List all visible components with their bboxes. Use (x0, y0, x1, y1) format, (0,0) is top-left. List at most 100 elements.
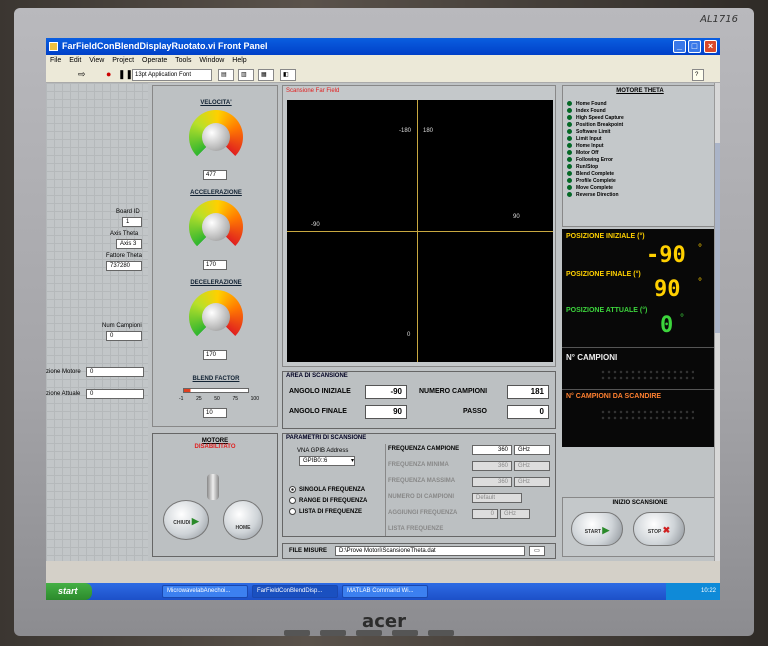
minimize-icon[interactable]: _ (673, 40, 686, 53)
blend-factor-slider[interactable] (183, 388, 249, 393)
file-path-field[interactable]: D:\Prove Motori\ScansioneTheta.dat (335, 546, 525, 556)
taskbar-item[interactable]: MATLAB Command Wi... (342, 585, 428, 598)
maximize-icon[interactable]: □ (688, 40, 701, 53)
inizio-scansione-panel: INIZIO SCANSIONE START ▶ STOP ✖ (562, 497, 718, 557)
campioni-display (600, 369, 694, 381)
motor-switch[interactable] (207, 474, 219, 500)
led-move-complete: Move Complete (567, 184, 717, 191)
motore-panel: MOTORE DISABILITATO CHIUDI ▶ HOME (152, 433, 278, 557)
folder-icon[interactable]: ▭ (529, 546, 545, 556)
start-button-taskbar[interactable]: start (46, 583, 92, 600)
radio-label: RANGE DI FREQUENZA (299, 497, 368, 504)
blend-factor-ticks: -1 25 50 75 100 (179, 396, 259, 402)
degree-unit: ° (698, 243, 702, 254)
menu-project[interactable]: Project (112, 57, 134, 64)
posizione-finale-value: 90 (654, 277, 681, 302)
decelerazione-title: DECELERAZIONE (190, 280, 242, 286)
vna-gpib-label: VNA GPIB Address (297, 448, 349, 454)
stop-label: STOP (647, 529, 662, 535)
monitor-button[interactable] (356, 630, 382, 636)
run-arrow-icon[interactable]: ⇨ (76, 69, 88, 81)
plot-horizontal-axis (287, 231, 553, 232)
close-icon[interactable]: × (704, 40, 717, 53)
radio-lista-frequenze[interactable]: LISTA DI FREQUENZE (289, 508, 367, 515)
menu-window[interactable]: Window (199, 57, 224, 64)
dial-knob[interactable] (202, 303, 230, 331)
distribute-icon[interactable]: ▥ (238, 69, 254, 81)
menu-help[interactable]: Help (232, 57, 246, 64)
freq-minima-unit: GHz (514, 461, 550, 471)
blend-tick: 25 (196, 396, 202, 402)
posizione-attuale-value: 0 (660, 313, 674, 338)
numero-di-campioni-label: NUMERO DI CAMPIONI (388, 494, 454, 500)
vna-gpib-select[interactable]: GPIB0::6 ▾ (299, 456, 355, 466)
monitor-button[interactable] (392, 630, 418, 636)
motion-dials-panel: VELOCITA' 477 ACCELERAZIONE 170 DECELERA… (152, 85, 278, 427)
angolo-iniziale-field[interactable]: -90 (365, 385, 407, 399)
dial-knob[interactable] (202, 213, 230, 241)
resize-icon[interactable]: ▦ (258, 69, 274, 81)
home-label: HOME (235, 525, 251, 531)
blend-factor-title: BLEND FACTOR (192, 376, 240, 382)
fattore-theta-field[interactable]: 737280 (106, 261, 142, 271)
accelerazione-title: ACCELERAZIONE (190, 190, 242, 196)
axis-theta-field[interactable]: Axis 3 (116, 239, 142, 249)
accelerazione-dial[interactable] (189, 200, 243, 254)
freq-campione-field[interactable]: 360 (472, 445, 512, 455)
posizioni-display: POSIZIONE INIZIALE (°) -90 ° POSIZIONE F… (562, 229, 718, 447)
decelerazione-value[interactable]: 170 (203, 350, 227, 360)
radio-range-frequenza[interactable]: RANGE DI FREQUENZA (289, 497, 367, 504)
menu-view[interactable]: View (89, 57, 104, 64)
reorder-icon[interactable]: ◧ (280, 69, 296, 81)
num-campioni-field[interactable]: 0 (106, 331, 142, 341)
monitor-power-button[interactable] (428, 630, 454, 636)
monitor-button[interactable] (284, 630, 310, 636)
vertical-scrollbar[interactable] (714, 83, 720, 561)
posizione-motore-field: 0 (86, 367, 144, 377)
dial-knob[interactable] (202, 123, 230, 151)
home-button[interactable]: HOME (223, 500, 263, 540)
monitor-button[interactable] (320, 630, 346, 636)
velocita-dial[interactable] (189, 110, 243, 164)
parametri-title: PARAMETRI DI SCANSIONE (286, 435, 367, 441)
font-select[interactable]: 13pt Application Font (132, 69, 212, 81)
menu-operate[interactable]: Operate (142, 57, 167, 64)
board-id-field[interactable]: 1 (122, 217, 142, 227)
motore-status: DISABILITATO (194, 444, 236, 450)
velocita-value[interactable]: 477 (203, 170, 227, 180)
freq-minima-label: FREQUENZA MINIMA (388, 462, 449, 468)
radio-singola-frequenza[interactable]: SINGOLA FREQUENZA (289, 486, 367, 493)
chiudi-label: CHIUDI (173, 520, 191, 526)
toolbar: ⇨ ● ❚❚ 13pt Application Font ▤ ▥ ▦ ◧ ? (46, 67, 720, 83)
angolo-finale-field[interactable]: 90 (365, 405, 407, 419)
align-icon[interactable]: ▤ (218, 69, 234, 81)
start-button[interactable]: START ▶ (571, 512, 623, 546)
chiudi-button[interactable]: CHIUDI ▶ (163, 500, 209, 540)
parametri-scansione-panel: PARAMETRI DI SCANSIONE VNA GPIB Address … (282, 433, 556, 537)
abort-icon[interactable]: ● (104, 69, 113, 81)
window-titlebar[interactable]: FarFieldConBlendDisplayRuotato.vi Front … (46, 38, 720, 55)
degree-unit: ° (698, 277, 702, 288)
decelerazione-dial[interactable] (189, 290, 243, 344)
labview-icon (49, 42, 58, 51)
far-field-plot[interactable]: -180 180 -90 90 0 (287, 100, 553, 362)
menu-file[interactable]: File (50, 57, 61, 64)
aggiungi-frequenza-field: 0 (472, 509, 498, 519)
stop-button[interactable]: STOP ✖ (633, 512, 685, 546)
degree-unit: ° (680, 313, 684, 324)
numero-campioni-field[interactable]: 181 (507, 385, 549, 399)
freq-campione-unit[interactable]: GHz (514, 445, 550, 455)
angolo-iniziale-label: ANGOLO INIZIALE (289, 388, 351, 395)
led-home-input: Home Input (567, 142, 717, 149)
led-home-found: Home Found (567, 100, 717, 107)
menu-tools[interactable]: Tools (175, 57, 191, 64)
blend-factor-value[interactable]: 10 (203, 408, 227, 418)
taskbar-item[interactable]: MicrowavelabAnechoi... (162, 585, 248, 598)
help-icon[interactable]: ? (692, 69, 704, 81)
accelerazione-value[interactable]: 170 (203, 260, 227, 270)
led-following-error: Following Error (567, 156, 717, 163)
scrollbar-thumb[interactable] (715, 143, 720, 333)
taskbar-item-active[interactable]: FarFieldConBlendDisp... (252, 585, 338, 598)
plot-label: 0 (407, 332, 411, 338)
menu-edit[interactable]: Edit (69, 57, 81, 64)
